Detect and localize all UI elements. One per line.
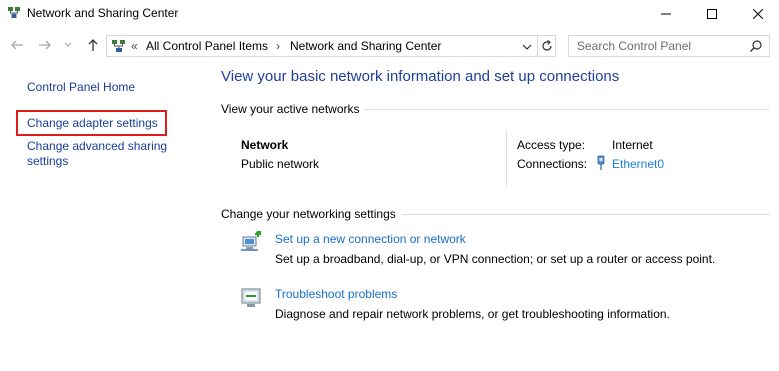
search-icon[interactable] [749, 39, 763, 53]
control-panel-icon [111, 39, 127, 54]
minimize-button[interactable] [643, 0, 689, 27]
recent-locations-button[interactable] [62, 36, 74, 54]
access-type-value: Internet [612, 138, 653, 152]
chevron-down-icon [64, 42, 72, 47]
up-button[interactable] [84, 36, 102, 54]
network-name: Network [241, 138, 289, 152]
chevron-down-icon [522, 44, 532, 50]
network-center-icon [7, 6, 21, 20]
close-icon [753, 8, 763, 19]
back-button[interactable] [8, 36, 26, 54]
up-arrow-icon [88, 39, 98, 51]
troubleshoot-icon [240, 287, 264, 309]
address-dropdown-button[interactable] [520, 40, 534, 54]
left-pane: Control Panel Home Change adapter settin… [0, 62, 210, 371]
change-advanced-sharing-label-line2: settings [27, 154, 69, 168]
connections-label: Connections: [517, 157, 588, 171]
network-category: Public network [241, 157, 320, 171]
ethernet-icon [596, 155, 606, 171]
change-adapter-settings-link[interactable]: Change adapter settings [27, 116, 158, 131]
page-title: View your basic network information and … [221, 68, 620, 85]
new-connection-icon [240, 231, 264, 253]
divider [402, 214, 770, 215]
breadcrumb-separator[interactable]: › [276, 39, 280, 53]
forward-button[interactable] [36, 36, 54, 54]
back-arrow-icon [11, 40, 23, 50]
search-input[interactable] [571, 38, 741, 54]
troubleshoot-problems-description: Diagnose and repair network problems, or… [275, 307, 670, 321]
setup-new-connection-description: Set up a broadband, dial-up, or VPN conn… [275, 252, 716, 266]
breadcrumb-all-control-panel-items[interactable]: All Control Panel Items [146, 39, 268, 53]
access-type-label: Access type: [517, 138, 586, 152]
setup-new-connection-link[interactable]: Set up a new connection or network [275, 232, 466, 246]
breadcrumb-network-and-sharing-center[interactable]: Network and Sharing Center [290, 39, 441, 53]
title-bar: Network and Sharing Center [0, 0, 779, 27]
vertical-divider [506, 130, 507, 186]
breadcrumb-overflow[interactable]: « [131, 39, 138, 53]
forward-arrow-icon [39, 40, 51, 50]
refresh-button[interactable] [537, 36, 556, 56]
navigation-bar: « All Control Panel Items › Network and … [0, 31, 779, 59]
address-bar[interactable]: « All Control Panel Items › Network and … [106, 35, 556, 57]
close-button[interactable] [735, 0, 779, 27]
networking-settings-heading: Change your networking settings [221, 207, 396, 221]
change-advanced-sharing-label: Change advanced sharing [27, 139, 168, 153]
minimize-icon [661, 13, 671, 14]
refresh-icon [542, 40, 552, 51]
search-box[interactable] [568, 35, 770, 57]
maximize-button[interactable] [689, 0, 735, 27]
ethernet-connection-link[interactable]: Ethernet0 [612, 157, 664, 171]
maximize-icon [707, 8, 717, 19]
troubleshoot-problems-link[interactable]: Troubleshoot problems [275, 287, 397, 301]
change-advanced-sharing-link[interactable]: Change advanced sharing settings [27, 139, 167, 169]
window-title: Network and Sharing Center [27, 6, 179, 20]
active-networks-heading: View your active networks [221, 102, 360, 116]
divider [364, 109, 770, 110]
control-panel-home-link[interactable]: Control Panel Home [27, 80, 135, 95]
